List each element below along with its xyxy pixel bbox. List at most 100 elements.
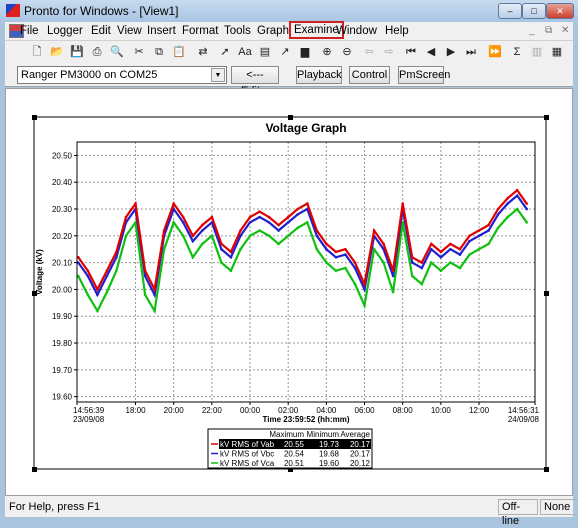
status-bar: For Help, press F1 Off-line None [5,496,578,527]
minimize-button[interactable]: – [498,3,522,19]
sum-icon[interactable]: Σ [508,43,526,61]
legend-value: 20.51 [284,459,305,468]
data-point [401,202,405,205]
menu-format[interactable]: Format [182,25,218,37]
print-icon[interactable]: ⎙ [88,43,106,61]
close-button[interactable]: ✕ [546,3,574,19]
status-help-text: For Help, press F1 [9,501,101,513]
graph-icon[interactable]: ▆ [296,43,314,61]
x-tick-label: 00:00 [240,406,261,415]
data-point [477,234,481,238]
previous-icon[interactable]: ◀ [422,43,440,61]
menu-file[interactable]: File [20,25,39,37]
data-point [86,274,90,278]
legend-value: 20.55 [284,440,305,449]
menu-help[interactable]: Help [385,25,409,37]
zoom-in-icon[interactable]: ⊕ [318,43,336,61]
new-icon[interactable]: 🗋 [28,43,46,61]
last-icon[interactable]: ⏭ [462,43,480,61]
data-point [105,269,109,272]
data-point [296,207,300,211]
resize-handle [544,467,549,472]
pmscreen-button[interactable]: PmScreen [398,66,450,84]
data-point [210,215,214,219]
open-icon[interactable]: 📂 [48,43,66,61]
x-tick-label: 18:00 [126,406,147,415]
menu-logger[interactable]: Logger [47,25,83,37]
voltage-graph[interactable]: Voltage Graph 20.50 20.40 20.30 20.20 20.10 20… [6,89,572,495]
data-point [477,247,481,251]
menu-edit[interactable]: Edit [91,25,111,37]
chart-icon[interactable]: ▥ [528,43,546,61]
maximize-button[interactable]: □ [522,3,546,19]
playback-button[interactable]: Playback [296,66,342,84]
zoom-out-icon[interactable]: ⊖ [338,43,356,61]
menu-examine[interactable]: Examine [289,21,344,39]
cut-icon[interactable]: ✂ [130,43,148,61]
mdi-restore-button[interactable]: ⧉ [545,25,552,36]
data-point [229,256,233,259]
data-point [201,242,204,246]
list-icon[interactable]: ▤ [256,43,274,61]
forward-icon[interactable]: ⇨ [380,43,398,61]
copy-icon[interactable]: ⧉ [150,43,168,61]
resize-handle [288,115,293,120]
menu-tools[interactable]: Tools [224,25,251,37]
control-button[interactable]: Control [349,66,390,84]
chevron-down-icon[interactable]: ▼ [211,68,225,82]
arrow-icon[interactable]: ↗ [276,43,294,61]
y-tick-label: 20.40 [52,178,73,187]
data-point [124,215,128,219]
data-point [353,282,357,286]
data-point [277,242,280,246]
data-point [267,221,271,224]
save-icon[interactable]: 💾 [68,43,86,61]
logger-select[interactable]: Ranger PM3000 on COM25 ▼ [17,66,227,84]
mdi-minimize-button[interactable]: _ [529,25,535,36]
data-point [391,290,395,294]
fast-forward-icon[interactable]: ⏩ [486,43,504,61]
legend-value: 19.60 [319,459,340,468]
data-point [487,242,490,246]
paste-icon[interactable]: 📋 [170,43,188,61]
next-icon[interactable]: ▶ [442,43,460,61]
data-point [410,274,414,278]
pointer-icon[interactable]: ➚ [216,43,234,61]
logger-toolbar: Ranger PM3000 on COM25 ▼ <--- Edit... Pl… [5,63,573,97]
menu-window[interactable]: Window [336,25,377,37]
legend-value: 20.12 [350,459,371,468]
text-icon[interactable]: Aa [236,43,254,61]
x-tick-label: 22:00 [202,406,223,415]
data-point [210,234,214,238]
data-point [515,194,519,197]
menu-view[interactable]: View [117,25,142,37]
data-point [363,288,366,291]
edit-button[interactable]: <--- Edit... [231,66,279,97]
data-point [248,234,252,238]
y-tick-label: 19.90 [52,312,73,321]
data-point [296,226,300,230]
back-icon[interactable]: ⇦ [360,43,378,61]
data-point [315,247,319,251]
legend-value: 19.73 [319,440,340,449]
data-point [220,261,223,264]
notes-icon[interactable]: ▦ [548,43,566,61]
data-point [258,215,261,219]
data-point [96,293,99,297]
data-point [181,234,185,238]
import-icon[interactable]: ⇄ [194,43,212,61]
mdi-close-button[interactable]: ✕ [561,25,569,36]
data-point [248,221,252,224]
x-axis-label: Time 23:59:52 (hh:mm) [263,415,350,424]
data-point [410,261,414,264]
data-point [344,253,347,256]
menu-insert[interactable]: Insert [147,25,176,37]
print-preview-icon[interactable]: 🔍 [108,43,126,61]
data-point [449,261,452,264]
resize-handle [32,115,37,120]
menu-graph[interactable]: Graph [257,25,289,37]
x-tick-label: 14:56:39 [73,406,105,415]
y-tick-label: 19.70 [52,366,73,375]
first-icon[interactable]: ⏮ [402,43,420,61]
data-point [191,234,195,238]
